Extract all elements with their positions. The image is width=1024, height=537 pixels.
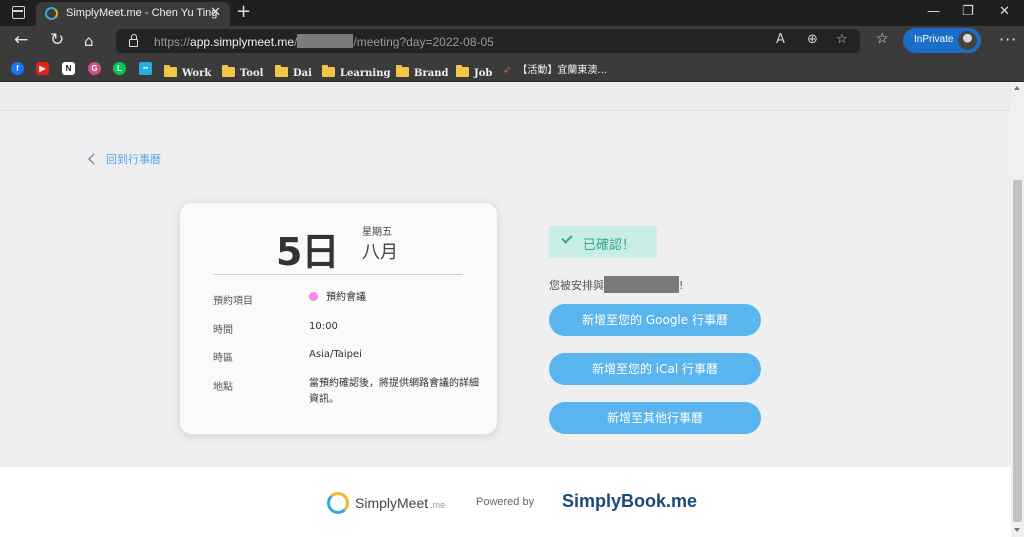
chevron-left-icon: [88, 153, 100, 165]
tab-title: SimplyMeet.me - Chen Yu Ting: [66, 7, 218, 19]
bookmarks-bar: f ▶ N G L ▪▪ Work Tool Dai Learning Bran…: [0, 56, 1024, 82]
notion-icon[interactable]: N: [62, 62, 75, 75]
simplybook-logo[interactable]: SimplyBook.me: [562, 491, 697, 512]
bookmark-folder-work[interactable]: Work: [164, 61, 211, 79]
lock-icon[interactable]: [129, 34, 138, 47]
back-arrow-icon[interactable]: ←: [14, 30, 28, 50]
booking-color-dot: [309, 292, 318, 301]
zoom-icon[interactable]: ⊕: [807, 32, 818, 47]
booking-day: 5日: [276, 230, 339, 274]
add-other-calendar-button[interactable]: 新增至其他行事曆: [549, 402, 761, 434]
restore-button[interactable]: ❐: [962, 4, 974, 19]
scroll-up-icon[interactable]: [1014, 86, 1020, 90]
check-icon: [561, 232, 573, 244]
page-content: 回到行事曆 5日 星期五 八月 預約項目 預約會議 時間 10:00 時區 As…: [0, 82, 1011, 537]
redacted-block: [297, 34, 354, 48]
folder-icon: [222, 65, 235, 77]
favorites-icon[interactable]: ☆: [876, 31, 889, 47]
tab-close-icon[interactable]: ✕: [210, 5, 221, 20]
feather-icon: ➶: [503, 65, 512, 76]
footer: SimplyMeet .me Powered by SimplyBook.me: [0, 467, 1011, 537]
page-header-strip: [0, 82, 1011, 111]
add-google-calendar-button[interactable]: 新增至您的 Google 行事曆: [549, 304, 761, 336]
home-icon[interactable]: ⌂: [84, 32, 94, 50]
arranged-with-text: 您被安排與!: [549, 276, 683, 293]
simplymeet-logo-text[interactable]: SimplyMeet .me: [355, 495, 445, 511]
close-window-button[interactable]: ✕: [999, 4, 1010, 19]
youtube-icon[interactable]: ▶: [36, 62, 49, 75]
location-label: 地點: [213, 382, 233, 393]
folder-icon: [275, 65, 288, 77]
navigation-bar: ← ↻ ⌂ https://app.simplymeet.me//meeting…: [0, 26, 1024, 56]
inprivate-label: InPrivate: [914, 34, 954, 45]
inprivate-button[interactable]: InPrivate: [903, 28, 981, 53]
bookmark-folder-dai[interactable]: Dai: [275, 61, 312, 79]
profile-avatar: [958, 31, 977, 50]
scroll-down-icon[interactable]: [1014, 528, 1020, 532]
card-divider: [213, 274, 463, 275]
vertical-scrollbar[interactable]: [1011, 82, 1024, 537]
back-to-calendar-link[interactable]: 回到行事曆: [88, 151, 161, 167]
tab-strip: SimplyMeet.me - Chen Yu Ting ✕ + — ❐ ✕: [0, 0, 1024, 26]
facebook-icon[interactable]: f: [11, 62, 24, 75]
gmail-like-icon[interactable]: G: [88, 62, 101, 75]
new-tab-button[interactable]: +: [236, 1, 251, 22]
folder-icon: [164, 65, 177, 77]
time-value: 10:00: [309, 321, 338, 332]
folder-icon: [396, 65, 409, 77]
scrollbar-thumb[interactable]: [1013, 180, 1022, 522]
bookmark-folder-tool[interactable]: Tool: [222, 61, 263, 79]
booking-card: 5日 星期五 八月 預約項目 預約會議 時間 10:00 時區 Asia/Tai…: [180, 203, 497, 434]
add-ical-button[interactable]: 新增至您的 iCal 行事曆: [549, 353, 761, 385]
service-label: 預約項目: [213, 296, 253, 307]
bookmark-folder-job[interactable]: Job: [456, 61, 492, 79]
simplymeet-logo-icon[interactable]: [327, 492, 349, 514]
timezone-label: 時區: [213, 353, 233, 364]
confirmed-badge: 已確認！: [549, 226, 657, 258]
time-label: 時間: [213, 325, 233, 336]
timezone-value: Asia/Taipei: [309, 349, 362, 360]
add-favorite-icon[interactable]: ☆: [836, 32, 848, 47]
bilibili-icon[interactable]: ▪▪: [139, 62, 152, 75]
tab-simplymeet[interactable]: SimplyMeet.me - Chen Yu Ting ✕: [36, 2, 230, 26]
folder-icon: [322, 65, 335, 77]
service-value: 預約會議: [309, 290, 366, 306]
booking-month: 八月: [362, 242, 398, 263]
powered-by-text: Powered by: [476, 496, 535, 508]
location-value: 當預約確認後，將提供網路會議的詳細資訊。: [309, 378, 479, 405]
booking-weekday: 星期五: [362, 227, 392, 238]
tab-actions-icon[interactable]: [12, 6, 25, 19]
redacted-block: [604, 276, 679, 293]
settings-menu-icon[interactable]: ···: [999, 30, 1017, 49]
url-text[interactable]: https://app.simplymeet.me//meeting?day=2…: [154, 34, 494, 49]
bookmark-folder-brand[interactable]: Brand: [396, 61, 448, 79]
bookmark-activity[interactable]: ➶ 【活動】宜蘭東澳...: [503, 61, 607, 76]
bookmark-folder-learning[interactable]: Learning: [322, 61, 390, 79]
folder-icon: [456, 65, 469, 77]
read-aloud-icon[interactable]: A: [776, 32, 785, 47]
minimize-button[interactable]: —: [927, 4, 940, 19]
simplymeet-favicon-icon: [45, 7, 58, 20]
address-bar[interactable]: https://app.simplymeet.me//meeting?day=2…: [116, 29, 860, 53]
line-icon[interactable]: L: [113, 62, 126, 75]
refresh-icon[interactable]: ↻: [50, 30, 64, 50]
